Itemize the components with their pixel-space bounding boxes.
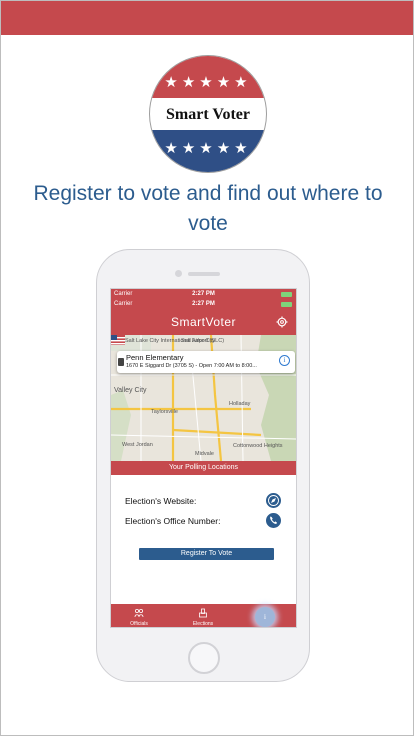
map-label-west-jordan: West Jordan — [122, 442, 153, 448]
elections-icon — [199, 608, 207, 618]
flag-pin-icon[interactable] — [111, 335, 125, 345]
map-label-holladay: Holladay — [229, 401, 251, 407]
election-website-label: Election's Website: — [125, 496, 197, 506]
tab-elections-label: Elections — [192, 621, 214, 627]
website-compass-button[interactable] — [266, 493, 281, 508]
logo-stars-top: ★★★★★ — [164, 73, 252, 91]
status-bar: Carrier 2:27 PM — [111, 289, 296, 299]
map-label-midvale: Midvale — [195, 451, 214, 457]
top-banner — [1, 1, 413, 35]
smart-voter-logo: ★★★★★ ★★★★★ Smart Voter — [149, 55, 267, 173]
tab-officials-label: Officials — [130, 621, 148, 627]
map-label-cottonwood-heights: Cottonwood Heights — [233, 443, 283, 449]
app-title: SmartVoter — [170, 315, 237, 329]
battery-icon — [281, 292, 292, 297]
home-button[interactable] — [188, 642, 220, 674]
phone-frame: Carrier 2:27 PM Carrier 2:27 PM SmartVot… — [96, 249, 310, 682]
status-time: 2:27 PM — [192, 291, 215, 297]
phone-screen: Carrier 2:27 PM Carrier 2:27 PM SmartVot… — [110, 288, 297, 628]
register-to-vote-button[interactable]: Register To Vote — [139, 548, 274, 560]
tab-info-highlight: i — [255, 607, 275, 627]
phone-speaker — [188, 272, 220, 276]
tagline: Register to vote and find out where to v… — [33, 182, 383, 235]
info-icon: i — [264, 613, 266, 621]
call-office-button[interactable] — [266, 513, 281, 528]
callout-info-icon[interactable]: i — [279, 355, 290, 366]
status-time-secondary: 2:27 PM — [192, 301, 215, 307]
logo-stars-bottom: ★★★★★ — [164, 139, 252, 157]
compass-icon — [268, 495, 279, 506]
battery-icon-secondary — [281, 302, 292, 307]
callout-location-name: Penn Elementary — [126, 353, 184, 362]
tab-bar: Officials Elections i — [111, 604, 296, 627]
map-label-taylorsville: Taylorsville — [151, 409, 178, 415]
polling-locations-bar[interactable]: Your Polling Locations — [111, 461, 296, 475]
tab-info[interactable]: i — [251, 604, 281, 627]
polling-map[interactable]: Salt Lake City International Airport (SL… — [111, 335, 296, 461]
map-label-slc: Salt Lake City — [181, 338, 215, 344]
tab-elections[interactable]: Elections — [183, 604, 223, 627]
location-callout[interactable]: Penn Elementary 1670 E Siggard Dr (3705 … — [117, 351, 295, 373]
phone-icon — [270, 516, 277, 524]
logo-wordmark: Smart Voter — [166, 106, 250, 123]
tab-officials[interactable]: Officials — [119, 604, 159, 627]
app-header: SmartVoter — [111, 309, 296, 335]
callout-address: 1670 E Siggard Dr (3705 S) - Open 7:00 A… — [126, 363, 257, 369]
map-label-valley-city: Valley City — [114, 387, 147, 394]
status-bar-secondary: Carrier 2:27 PM — [111, 299, 296, 309]
officials-icon — [134, 608, 144, 618]
school-icon — [118, 358, 124, 366]
app-store-screenshot: ★★★★★ ★★★★★ Smart Voter Register to vote… — [0, 0, 414, 736]
settings-gear-icon[interactable] — [276, 316, 288, 328]
phone-camera — [175, 270, 182, 277]
election-office-number-label: Election's Office Number: — [125, 516, 221, 526]
